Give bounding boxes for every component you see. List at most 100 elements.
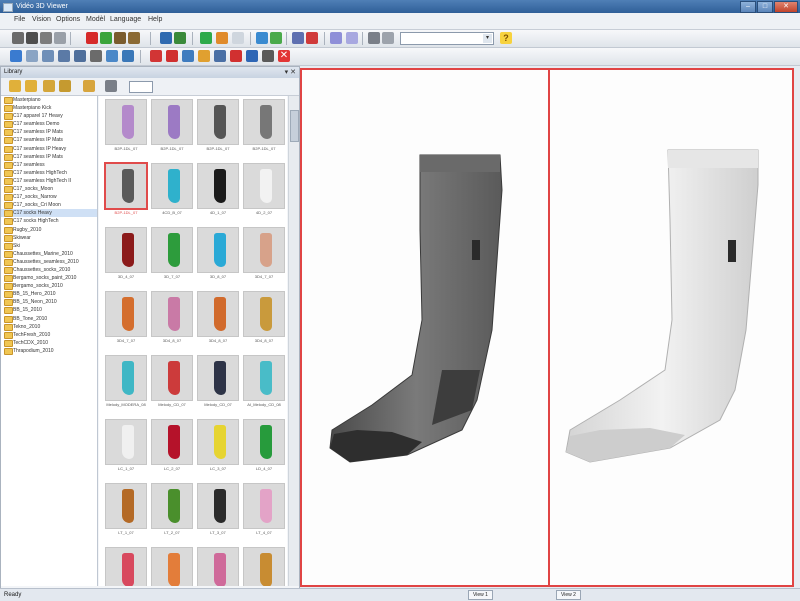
- rotate-icon[interactable]: [256, 32, 268, 44]
- distribute-icon[interactable]: [122, 50, 134, 62]
- sock-thumbnail[interactable]: LT_3_07: [195, 482, 241, 544]
- tree-item[interactable]: BB_15_Hero_2010: [1, 290, 97, 299]
- thumbnail-scrollbar[interactable]: [288, 96, 299, 586]
- sock-thumbnail[interactable]: 4CD_B_07: [149, 162, 195, 224]
- close-window-button[interactable]: ✕: [774, 1, 798, 13]
- menu-help[interactable]: Help: [148, 16, 162, 23]
- sock-thumbnail[interactable]: 3D_8_07: [195, 226, 241, 288]
- tree-item[interactable]: C17 socks Heavy: [1, 209, 97, 218]
- sock-thumbnail[interactable]: [103, 546, 149, 586]
- sock-thumbnail[interactable]: B2P-1DL_07: [195, 98, 241, 160]
- tree-item[interactable]: Masterpiano: [1, 96, 97, 104]
- redo-icon[interactable]: [246, 50, 258, 62]
- tree-item[interactable]: BB_Tone_2010: [1, 315, 97, 323]
- tree-item[interactable]: C17 apparel 17 Heavy: [1, 112, 97, 121]
- sock-thumbnail[interactable]: LT_4_07: [241, 482, 287, 544]
- view-select[interactable]: ▾: [400, 32, 494, 45]
- align-icon[interactable]: [106, 50, 118, 62]
- sock-thumbnail[interactable]: 4D_1_07: [195, 162, 241, 224]
- color-icon[interactable]: [86, 32, 98, 44]
- tree-item[interactable]: C17 seamless IP Heavy: [1, 145, 97, 153]
- export-icon[interactable]: [382, 32, 394, 44]
- tree-item[interactable]: Thrapodium_2010: [1, 347, 97, 355]
- sock-thumbnail[interactable]: 3D4_8_07: [241, 290, 287, 352]
- menu-file[interactable]: File: [14, 16, 25, 23]
- menu-language[interactable]: Language: [110, 16, 141, 23]
- tree-item[interactable]: Ski: [1, 242, 97, 250]
- group-icon[interactable]: [90, 50, 102, 62]
- tree-item[interactable]: C17_socks_Narrow: [1, 193, 97, 202]
- grid-icon[interactable]: [182, 50, 194, 62]
- tree-item[interactable]: C17 seamless IP Mats: [1, 153, 97, 161]
- tree-item[interactable]: C17 seamless HighTech II: [1, 177, 97, 185]
- tree-item[interactable]: TechCDX_2010: [1, 339, 97, 347]
- tree-item[interactable]: Chaussettes_seamless_2010: [1, 258, 97, 266]
- layer-icon[interactable]: [160, 32, 172, 44]
- sock-thumbnail[interactable]: LC_1_07: [103, 418, 149, 480]
- paste-icon[interactable]: [58, 50, 70, 62]
- highlight-icon[interactable]: [198, 50, 210, 62]
- settings-icon[interactable]: [262, 50, 274, 62]
- help-icon[interactable]: ?: [500, 32, 512, 44]
- tree-item[interactable]: C17 seamless IP Mats: [1, 136, 97, 145]
- scrollbar-thumb[interactable]: [290, 110, 299, 142]
- minimize-button[interactable]: –: [740, 1, 756, 13]
- viewport-right[interactable]: [548, 68, 794, 587]
- open-icon[interactable]: [12, 32, 24, 44]
- library-filter-select[interactable]: [129, 81, 153, 93]
- tree-item[interactable]: BB_15_2010: [1, 306, 97, 315]
- tree-item[interactable]: Skiwear: [1, 234, 97, 242]
- save-as-icon[interactable]: [40, 32, 52, 44]
- sock-thumbnail[interactable]: B2P-1DL_07: [103, 162, 149, 224]
- pattern-icon[interactable]: [128, 32, 140, 44]
- tree-item[interactable]: BB_15_Neon_2010: [1, 298, 97, 307]
- folder-open-icon[interactable]: [25, 80, 37, 92]
- material-icon[interactable]: [114, 32, 126, 44]
- up-folder-icon[interactable]: [59, 80, 71, 92]
- compare-icon[interactable]: [330, 32, 342, 44]
- sock-thumbnail[interactable]: 3D_4_07: [103, 226, 149, 288]
- mirror-icon[interactable]: [214, 50, 226, 62]
- copy-icon[interactable]: [42, 50, 54, 62]
- duplicate-icon[interactable]: [74, 50, 86, 62]
- render-icon[interactable]: [200, 32, 212, 44]
- tree-item[interactable]: C17 seamless HighTech: [1, 169, 97, 177]
- delete-icon[interactable]: ✕: [278, 50, 290, 62]
- tree-item[interactable]: Bergamo_socks_2010: [1, 282, 97, 291]
- camera-icon[interactable]: [232, 32, 244, 44]
- tree-item[interactable]: C17 socks HighTech: [1, 217, 97, 226]
- viewport-left[interactable]: [300, 68, 550, 587]
- sock-thumbnail[interactable]: LC_2_07: [149, 418, 195, 480]
- sock-thumbnail[interactable]: 4D_2_07: [241, 162, 287, 224]
- tree-item[interactable]: C17_socks_Moon: [1, 185, 97, 194]
- split-view-icon[interactable]: [346, 32, 358, 44]
- palette-icon[interactable]: [174, 32, 186, 44]
- sock-thumbnail[interactable]: Melody_CD_07: [195, 354, 241, 416]
- sock-thumbnail[interactable]: [241, 546, 287, 586]
- sock-thumbnail[interactable]: B2P-1DL_07: [241, 98, 287, 160]
- menu-options[interactable]: Options: [56, 16, 80, 23]
- pan-icon[interactable]: [292, 32, 304, 44]
- tree-item[interactable]: TechFresh_2010: [1, 331, 97, 339]
- sock-thumbnail[interactable]: B2P-1DL_07: [149, 98, 195, 160]
- sock-thumbnail[interactable]: 3D4_8_07: [195, 290, 241, 352]
- tree-item[interactable]: C17 seamless Demo: [1, 120, 97, 129]
- folder-icon[interactable]: [9, 80, 21, 92]
- sock-thumbnail[interactable]: [149, 546, 195, 586]
- new-icon[interactable]: [10, 50, 22, 62]
- sock-thumbnail[interactable]: LC_3_07: [195, 418, 241, 480]
- print-icon[interactable]: [54, 32, 66, 44]
- reset-view-icon[interactable]: [306, 32, 318, 44]
- tree-item[interactable]: Tekno_2010: [1, 323, 97, 331]
- texture-icon[interactable]: [100, 32, 112, 44]
- sock-thumbnail[interactable]: 3D4_7_07: [241, 226, 287, 288]
- stroke-icon[interactable]: [166, 50, 178, 62]
- tree-item[interactable]: Chaussettes_socks_2010: [1, 266, 97, 274]
- sock-thumbnail[interactable]: Melody_MODERA_08: [103, 354, 149, 416]
- tree-item[interactable]: Rugby_2010: [1, 226, 97, 234]
- sock-thumbnail[interactable]: LD_4_07: [241, 418, 287, 480]
- menu-model[interactable]: Modèl: [86, 16, 105, 23]
- tree-item[interactable]: Chaussettes_Marine_2010: [1, 250, 97, 258]
- tree-item[interactable]: Masterpiano Kick: [1, 104, 97, 113]
- menu-vision[interactable]: Vision: [32, 16, 51, 23]
